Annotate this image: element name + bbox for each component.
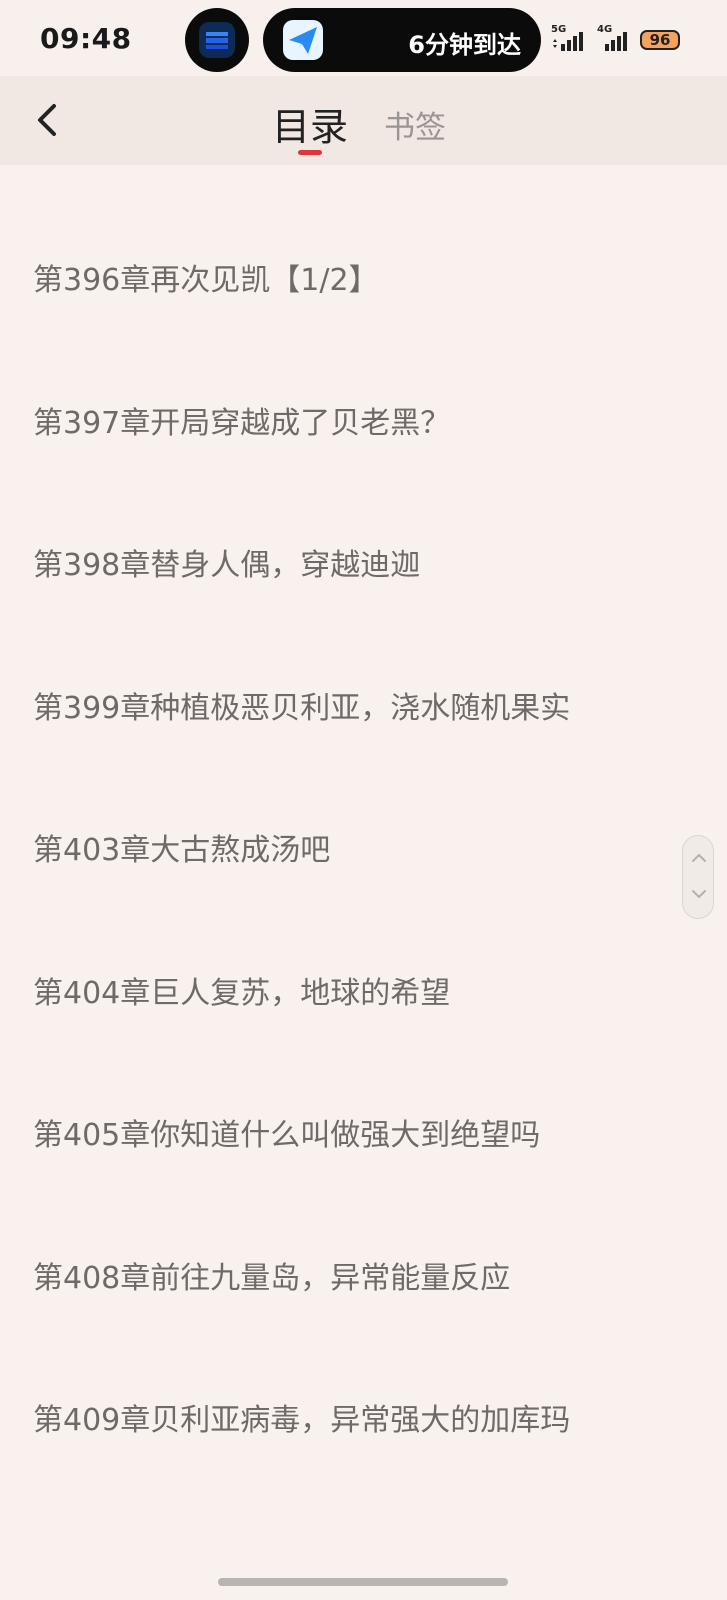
tab-table-of-contents[interactable]: 目录	[272, 96, 348, 151]
chapter-item[interactable]: 第408章前往九量岛，异常能量反应	[33, 1253, 510, 1297]
chapter-item[interactable]: 第399章种植极恶贝利亚，浇水随机果实	[33, 683, 570, 727]
dynamic-island-app[interactable]	[185, 8, 249, 72]
chapter-item[interactable]: 第404章巨人复苏，地球的希望	[33, 968, 450, 1012]
back-button[interactable]	[30, 98, 70, 142]
battery-level: 96	[649, 31, 671, 49]
reading-app-icon	[199, 22, 235, 58]
tab-bookmarks[interactable]: 书签	[384, 102, 446, 147]
paper-plane-icon	[283, 20, 323, 60]
chevron-left-icon	[38, 104, 56, 136]
eta-text: 6分钟到达	[408, 31, 521, 59]
chapter-item[interactable]: 第405章你知道什么叫做强大到绝望吗	[33, 1110, 540, 1154]
chapter-item[interactable]: 第397章开局穿越成了贝老黑？	[33, 398, 450, 442]
header: 目录 书签	[0, 76, 727, 165]
dynamic-island-navigation[interactable]: 6分钟到达	[263, 8, 541, 72]
status-time: 09:48	[40, 22, 132, 55]
active-tab-indicator	[298, 150, 322, 155]
battery-icon: 96	[640, 30, 680, 50]
chevron-down-icon[interactable]	[691, 888, 707, 900]
fast-scroll-handle[interactable]	[682, 835, 714, 919]
chevron-up-icon[interactable]	[691, 852, 707, 864]
chapter-item[interactable]: 第398章替身人偶，穿越迪迦	[33, 540, 420, 584]
chapter-item[interactable]: 第396章再次见凯【1/2】	[33, 255, 379, 299]
status-bar: 09:48 6分钟到达 5G 4G 96	[0, 0, 727, 76]
chapter-item[interactable]: 第403章大古熬成汤吧	[33, 825, 330, 869]
home-indicator[interactable]	[218, 1578, 508, 1586]
chapter-item[interactable]: 第409章贝利亚病毒，异常强大的加库玛	[33, 1395, 570, 1439]
